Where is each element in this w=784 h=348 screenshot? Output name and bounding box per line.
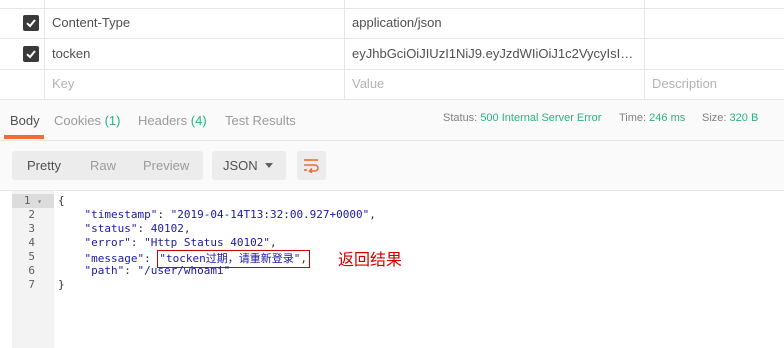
time-info: Time: 246 ms	[619, 112, 685, 124]
line-number: 2	[28, 208, 35, 221]
format-toolbar: Pretty Raw Preview JSON	[0, 141, 784, 189]
header-row-tocken: tocken eyJhbGciOiJIUzI1NiJ9.eyJzdWIiOiJ1…	[0, 39, 784, 70]
line-number: 6	[28, 264, 35, 277]
mode-pretty-button[interactable]: Pretty	[27, 158, 61, 173]
checkbox-checked[interactable]	[23, 46, 39, 62]
line-number: 4	[28, 236, 35, 249]
code-line: }	[58, 278, 65, 291]
tab-count: (4)	[190, 113, 207, 128]
tab-test-results[interactable]: Test Results	[225, 113, 296, 128]
time-value[interactable]: 246 ms	[649, 112, 685, 124]
check-icon	[26, 50, 36, 59]
code-line: "path": "/user/whoami"	[84, 264, 231, 277]
value-placeholder[interactable]: Value	[352, 69, 637, 99]
line-number: 5	[28, 250, 35, 263]
mode-raw-button[interactable]: Raw	[90, 158, 116, 173]
header-value[interactable]: application/json	[352, 8, 637, 38]
tab-label: Body	[10, 113, 40, 128]
header-row-new: Key Value Description	[0, 69, 784, 100]
code-line: "error": "Http Status 40102",	[84, 236, 277, 249]
header-key[interactable]: Content-Type	[52, 8, 332, 38]
mode-preview-button[interactable]: Preview	[143, 158, 189, 173]
tab-cookies[interactable]: Cookies (1)	[54, 113, 120, 128]
tab-body[interactable]: Body	[10, 113, 40, 128]
time-label: Time:	[619, 112, 647, 124]
header-description[interactable]	[652, 39, 777, 69]
chevron-down-icon	[265, 163, 273, 168]
checkbox-checked[interactable]	[23, 15, 39, 31]
header-value[interactable]: eyJhbGciOiJIUzI1NiJ9.eyJzdWIiOiJ1c2VycyI…	[352, 39, 637, 69]
fold-arrow-icon[interactable]: ▾	[37, 197, 42, 206]
annotation-label: 返回结果	[338, 250, 403, 269]
wrap-lines-icon	[304, 159, 319, 173]
tab-headers[interactable]: Headers (4)	[138, 113, 207, 128]
check-icon	[26, 19, 36, 28]
status-value[interactable]: 500 Internal Server Error	[480, 112, 601, 124]
tab-label: Cookies	[54, 113, 101, 128]
code-line: "timestamp": "2019-04-14T13:32:00.927+00…	[84, 208, 376, 221]
key-placeholder[interactable]: Key	[52, 69, 332, 99]
code-line: {	[58, 194, 65, 207]
view-mode-switch: Pretty Raw Preview	[12, 151, 203, 180]
status-info: Status: 500 Internal Server Error	[443, 112, 601, 124]
line-number: 3	[28, 222, 35, 235]
active-tab-indicator	[4, 135, 44, 139]
size-value[interactable]: 320 B	[730, 112, 759, 124]
header-key[interactable]: tocken	[52, 39, 332, 69]
tab-label: Headers	[138, 113, 188, 128]
tab-label: Test Results	[225, 113, 296, 128]
line-number: 1 ▾	[23, 194, 42, 207]
description-placeholder[interactable]: Description	[652, 69, 777, 99]
language-select-value: JSON	[223, 158, 258, 173]
header-description[interactable]	[652, 8, 777, 38]
language-select[interactable]: JSON	[212, 151, 286, 180]
wrap-lines-button[interactable]	[297, 151, 326, 180]
headers-table: Content-Type application/json tocken eyJ…	[0, 0, 784, 100]
line-number: 7	[28, 278, 35, 291]
status-label: Status:	[443, 112, 478, 124]
size-label: Size:	[702, 112, 727, 124]
size-info: Size: 320 B	[702, 112, 758, 124]
code-line: "status": 40102,	[84, 222, 191, 235]
tab-count: (1)	[104, 113, 121, 128]
header-row-content-type: Content-Type application/json	[0, 8, 784, 39]
